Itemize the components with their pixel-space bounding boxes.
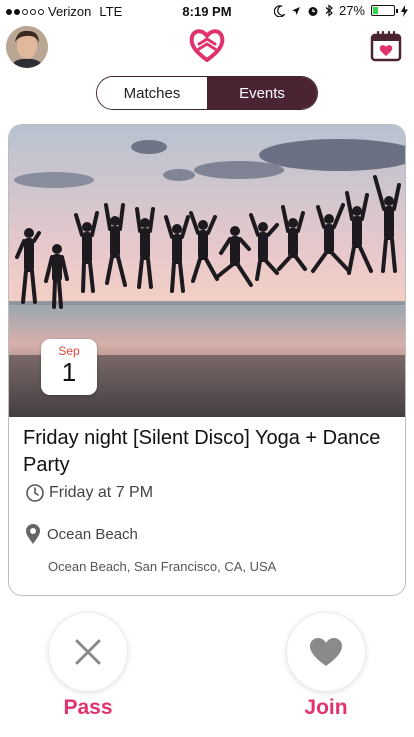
join-label[interactable]: Join [266, 696, 386, 720]
event-venue: Ocean Beach [47, 525, 138, 543]
battery-level-fill [373, 7, 378, 14]
event-day: 1 [61, 357, 77, 387]
battery-percent: 27% [338, 3, 365, 18]
battery-icon [371, 5, 398, 16]
calendar-heart-icon[interactable] [370, 30, 402, 62]
status-bar: Verizon LTE 8:19 PM 27% [0, 0, 414, 22]
charging-bolt-icon [401, 4, 408, 17]
moon-icon [273, 4, 285, 17]
pass-label[interactable]: Pass [28, 696, 148, 720]
heart-icon [310, 638, 342, 666]
location-pin-icon [26, 524, 40, 544]
heart-swirl-logo[interactable] [188, 27, 226, 63]
profile-avatar[interactable] [6, 26, 48, 68]
event-venue-row: Ocean Beach [25, 523, 138, 545]
status-bar-right: 27% [273, 3, 408, 18]
event-month: Sep [58, 344, 80, 358]
event-card[interactable]: Sep 1 Friday night [Silent Disco] Yoga +… [8, 124, 406, 596]
event-address: Ocean Beach, San Francisco, CA, USA [48, 559, 277, 574]
tab-events[interactable]: Events [207, 77, 317, 109]
bluetooth-icon [325, 4, 333, 17]
tab-matches[interactable]: Matches [97, 77, 207, 109]
clock-icon [26, 484, 44, 502]
event-time-row: Friday at 7 PM [25, 483, 153, 503]
close-x-icon [75, 639, 101, 665]
join-button[interactable] [286, 612, 366, 692]
event-date-badge: Sep 1 [41, 339, 97, 395]
location-arrow-icon [291, 6, 300, 15]
pass-button[interactable] [48, 612, 128, 692]
alarm-icon [308, 6, 318, 16]
event-time: Friday at 7 PM [49, 484, 154, 501]
matches-events-toggle: Matches Events [96, 76, 318, 110]
event-title: Friday night [Silent Disco] Yoga + Dance… [23, 427, 381, 476]
